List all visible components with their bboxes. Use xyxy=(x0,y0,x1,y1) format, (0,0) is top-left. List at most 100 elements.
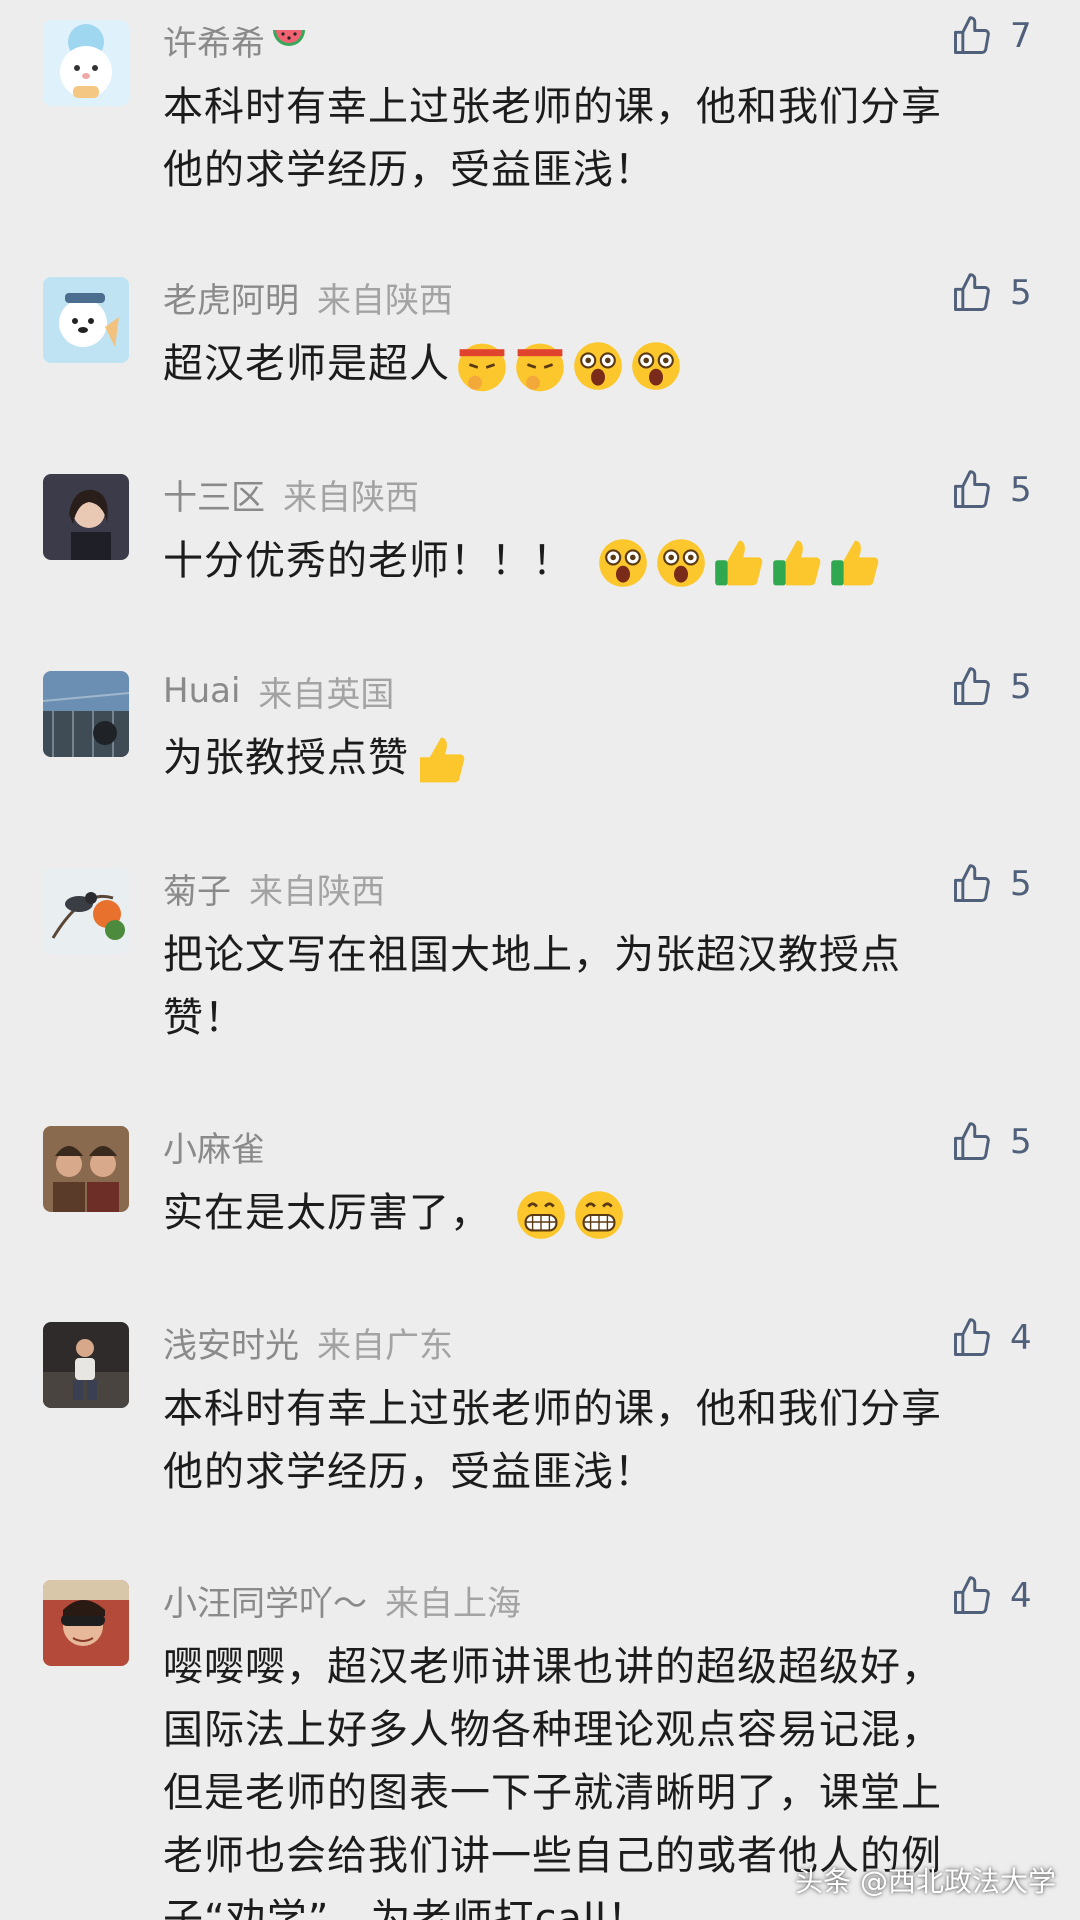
comment-text: 为张教授点赞 xyxy=(163,727,1023,790)
comment-text-line: 实在是太厉害了， xyxy=(163,1182,1023,1245)
like-count: 4 xyxy=(1010,1576,1032,1616)
amazed-face-emoji xyxy=(574,342,622,390)
emoji-group xyxy=(595,535,883,591)
grinning-face-emoji xyxy=(517,1191,565,1239)
avatar[interactable] xyxy=(43,474,129,560)
avatar-image xyxy=(43,277,129,363)
thumbs-up-icon xyxy=(954,273,990,311)
amazed-face-emoji xyxy=(657,539,705,587)
avatar-image xyxy=(43,1580,129,1666)
username[interactable]: 浅安时光 xyxy=(163,1318,299,1367)
like-count: 5 xyxy=(1010,470,1032,510)
watermark-label: 头条 @西北政法大学 xyxy=(795,1865,1056,1898)
username[interactable]: 小麻雀 xyxy=(163,1122,265,1171)
comment-text: 把论文写在祖国大地上，为张超汉教授点 赞！ xyxy=(163,924,1023,1050)
comment-meta: 十三区 来自陕西 xyxy=(163,470,419,518)
like-button[interactable]: 4 xyxy=(950,1572,1032,1620)
thumbs-up-emoji xyxy=(420,737,465,783)
comment-meta: 老虎阿明 来自陕西 xyxy=(163,273,453,321)
username[interactable]: 十三区 xyxy=(163,470,265,519)
username[interactable]: 小汪同学吖～ xyxy=(163,1576,367,1625)
emoji-group xyxy=(413,732,469,788)
comment-text: 十分优秀的老师！！！ xyxy=(163,530,1023,593)
avatar-image xyxy=(43,868,129,954)
like-button[interactable]: 5 xyxy=(950,1118,1032,1166)
like-count: 5 xyxy=(1010,273,1032,313)
comment-text: 超汉老师是超人 xyxy=(163,333,1023,396)
like-button[interactable]: 7 xyxy=(950,12,1032,60)
avatar[interactable] xyxy=(43,1580,129,1666)
avatar-image xyxy=(43,671,129,757)
comment-text-line: 超汉老师是超人 xyxy=(163,333,1023,396)
like-count: 7 xyxy=(1010,16,1032,56)
avatar-image xyxy=(43,1322,129,1408)
like-button[interactable]: 5 xyxy=(950,860,1032,908)
comment-text-line: 国际法上好多人物各种理论观点容易记混， xyxy=(163,1707,942,1753)
thumbs-up-icon xyxy=(954,864,990,902)
like-count: 5 xyxy=(1010,1122,1032,1162)
thumbs-up-emoji xyxy=(831,540,879,586)
comment-text-line: 本科时有幸上过张老师的课，他和我们分享 xyxy=(163,84,942,130)
avatar-image xyxy=(43,474,129,560)
comment-text-line: 他的求学经历，受益匪浅！ xyxy=(163,147,655,193)
comment-text-line: 把论文写在祖国大地上，为张超汉教授点 xyxy=(163,932,901,978)
avatar[interactable] xyxy=(43,671,129,757)
comments-screen: 许希希 7 本科时有幸上过张老师的课，他和我们分享 他的求学经历，受益匪浅！ 老… xyxy=(0,0,1080,1920)
comment-meta: Huai 来自英国 xyxy=(163,667,394,715)
thumbs-up-icon xyxy=(954,16,990,54)
comment-text-content: 十分优秀的老师！！！ xyxy=(163,538,573,584)
like-button[interactable]: 4 xyxy=(950,1314,1032,1362)
like-button[interactable]: 5 xyxy=(950,663,1032,711)
avatar[interactable] xyxy=(43,277,129,363)
comment-text-line: 他的求学经历，受益匪浅！ xyxy=(163,1449,655,1495)
like-count: 5 xyxy=(1010,864,1032,904)
comment-text-line: 赞！ xyxy=(163,995,245,1041)
location-label: 来自陕西 xyxy=(317,280,453,321)
username[interactable]: 许希希 xyxy=(163,16,265,65)
location-label: 来自陕西 xyxy=(249,871,385,912)
username[interactable]: Huai xyxy=(163,671,240,711)
thumbs-up-icon xyxy=(954,667,990,705)
username[interactable]: 菊子 xyxy=(163,864,231,913)
comment-text-content: 为张教授点赞 xyxy=(163,735,409,781)
amazed-face-emoji xyxy=(599,539,647,587)
emoji-group xyxy=(454,338,684,394)
emoji-group xyxy=(513,1187,627,1243)
location-label: 来自广东 xyxy=(317,1325,453,1366)
avatar[interactable] xyxy=(43,868,129,954)
comment-text-line: 但是老师的图表一下子就清晰明了，课堂上 xyxy=(163,1770,942,1816)
amazed-face-emoji xyxy=(632,342,680,390)
grinning-face-emoji xyxy=(575,1191,623,1239)
like-button[interactable]: 5 xyxy=(950,466,1032,514)
comment-text-line: 为张教授点赞 xyxy=(163,727,1023,790)
like-count: 5 xyxy=(1010,667,1032,707)
comment-text-line: 嘤嘤嘤，超汉老师讲课也讲的超级超级好， xyxy=(163,1644,942,1690)
thumbs-up-icon xyxy=(954,470,990,508)
avatar-image xyxy=(43,1126,129,1212)
location-label: 来自英国 xyxy=(258,674,395,715)
comment-meta: 许希希 xyxy=(163,16,309,64)
fighting-face-emoji xyxy=(516,343,564,392)
comment-text: 本科时有幸上过张老师的课，他和我们分享 他的求学经历，受益匪浅！ xyxy=(163,1378,1023,1504)
comment-text-line: 十分优秀的老师！！！ xyxy=(163,530,1023,593)
fighting-face-emoji xyxy=(458,343,506,392)
avatar[interactable] xyxy=(43,1322,129,1408)
like-button[interactable]: 5 xyxy=(950,269,1032,317)
comment-text-content: 超汉老师是超人 xyxy=(163,341,450,387)
avatar[interactable] xyxy=(43,1126,129,1212)
comment-text: 本科时有幸上过张老师的课，他和我们分享 他的求学经历，受益匪浅！ xyxy=(163,76,1023,202)
comment-meta: 菊子 来自陕西 xyxy=(163,864,385,912)
comment-meta: 小汪同学吖～ 来自上海 xyxy=(163,1576,521,1624)
comment-text-content: 实在是太厉害了， xyxy=(163,1190,491,1236)
thumbs-up-icon xyxy=(954,1122,990,1160)
comment-meta: 小麻雀 xyxy=(163,1122,265,1170)
thumbs-up-icon xyxy=(954,1318,990,1356)
comment-meta: 浅安时光 来自广东 xyxy=(163,1318,453,1366)
avatar-image xyxy=(43,20,129,106)
username[interactable]: 老虎阿明 xyxy=(163,273,299,322)
location-label: 来自陕西 xyxy=(283,477,419,518)
thumbs-up-emoji xyxy=(773,540,821,586)
avatar[interactable] xyxy=(43,20,129,106)
thumbs-up-emoji xyxy=(715,540,763,586)
location-label: 来自上海 xyxy=(385,1583,521,1624)
